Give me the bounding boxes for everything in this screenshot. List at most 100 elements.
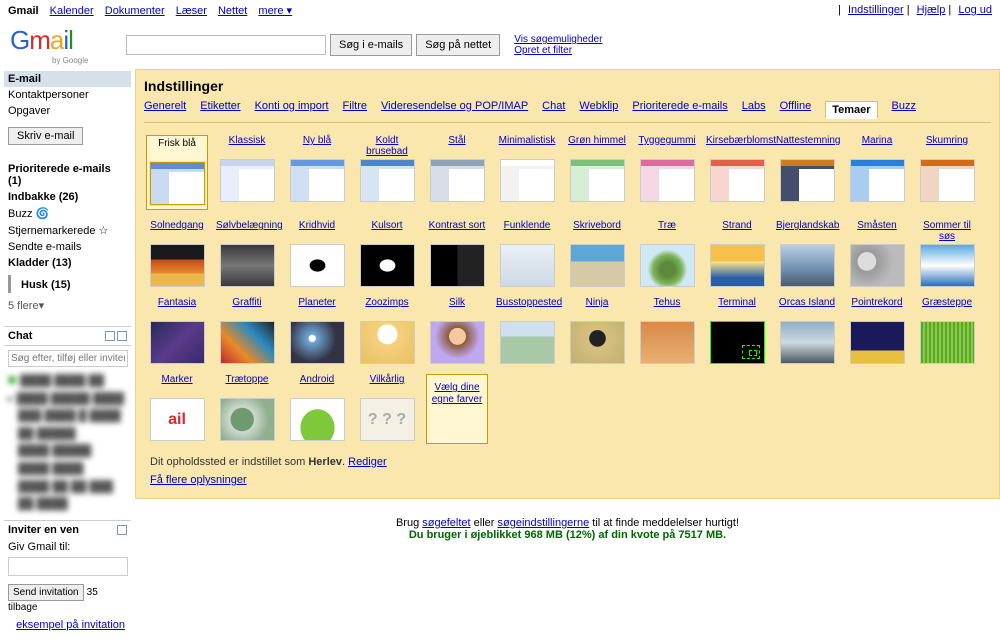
chat-min-icon[interactable] <box>105 331 115 341</box>
app-name: Gmail <box>8 5 39 17</box>
theme-vilk-rlig[interactable]: Vilkårlig? ? ? <box>356 374 418 444</box>
theme-orcas-island[interactable]: Orcas Island <box>776 297 838 364</box>
label-item[interactable]: Stjernemarkerede ☆ <box>4 222 131 239</box>
content: Indstillinger GenereltEtiketterKonti og … <box>135 69 1000 639</box>
chat-header: Chat <box>4 326 131 346</box>
theme-nattestemning[interactable]: Nattestemning <box>776 135 838 210</box>
theme-sommer-til-s-s[interactable]: Sommer til søs <box>916 220 978 287</box>
theme-busstoppested[interactable]: Busstoppested <box>496 297 558 364</box>
page-footer: Brug søgefeltet eller søgeindstillingern… <box>135 499 1000 549</box>
theme-graffiti[interactable]: Graffiti <box>216 297 278 364</box>
tab-filtre[interactable]: Filtre <box>343 100 367 118</box>
theme-tr-[interactable]: Træ <box>636 220 698 287</box>
invitation-example-link[interactable]: eksempel på invitation <box>16 619 125 631</box>
theme-minimalistisk[interactable]: Minimalistisk <box>496 135 558 210</box>
invite-header: Inviter en ven <box>4 520 131 539</box>
theme-skrivebord[interactable]: Skrivebord <box>566 220 628 287</box>
top-link-help[interactable]: Hjælp <box>917 4 946 16</box>
top-link-more[interactable]: mere ▾ <box>258 5 292 17</box>
tab-generelt[interactable]: Generelt <box>144 100 186 118</box>
theme-kulsort[interactable]: Kulsort <box>356 220 418 287</box>
theme-st-l[interactable]: Stål <box>426 135 488 210</box>
theme-gr-steppe[interactable]: Græsteppe <box>916 297 978 364</box>
theme-pointrekord[interactable]: Pointrekord <box>846 297 908 364</box>
tab-konti-og-import[interactable]: Konti og import <box>255 100 329 118</box>
theme-strand[interactable]: Strand <box>706 220 768 287</box>
theme-silk[interactable]: Silk <box>426 297 488 364</box>
tab-videresendelse-og-pop-imap[interactable]: Videresendelse og POP/IMAP <box>381 100 528 118</box>
edit-location-link[interactable]: Rediger <box>348 456 387 468</box>
create-filter[interactable]: Opret et filter <box>514 45 572 56</box>
footer-search-link[interactable]: søgefeltet <box>422 517 470 529</box>
theme-custom-colors[interactable]: Vælg dine egne farver <box>426 374 488 444</box>
theme-terminal[interactable]: Terminal <box>706 297 768 364</box>
invite-min-icon[interactable] <box>117 525 127 535</box>
theme-android[interactable]: Android <box>286 374 348 444</box>
label-item[interactable]: Buzz 🌀 <box>4 205 131 222</box>
theme-sm-sten[interactable]: Småsten <box>846 220 908 287</box>
chat-search-input[interactable] <box>8 350 128 367</box>
theme-grid: Frisk blåKlassiskNy blåKoldt brusebadStå… <box>144 123 991 450</box>
send-invitation-button[interactable]: Send invitation <box>8 584 84 601</box>
chat-pop-icon[interactable] <box>117 331 127 341</box>
tab-prioriterede-e-mails[interactable]: Prioriterede e-mails <box>632 100 727 118</box>
search-mail-button[interactable]: Søg i e-mails <box>330 34 412 56</box>
tab-chat[interactable]: Chat <box>542 100 565 118</box>
search-input[interactable] <box>126 35 326 55</box>
tab-temaer[interactable]: Temaer <box>825 101 877 119</box>
theme-bjerglandskab[interactable]: Bjerglandskab <box>776 220 838 287</box>
more-info-link[interactable]: Få flere oplysninger <box>150 474 247 486</box>
tab-etiketter[interactable]: Etiketter <box>200 100 240 118</box>
top-link-docs[interactable]: Dokumenter <box>105 5 165 17</box>
top-link-web[interactable]: Nettet <box>218 5 247 17</box>
search-web-button[interactable]: Søg på nettet <box>416 34 500 56</box>
nav-mail[interactable]: E-mail <box>4 71 131 87</box>
top-link-calendar[interactable]: Kalender <box>50 5 94 17</box>
theme-gr-n-himmel[interactable]: Grøn himmel <box>566 135 628 210</box>
tab-webklip[interactable]: Webklip <box>579 100 618 118</box>
footer-search-settings-link[interactable]: søgeindstillingerne <box>497 517 589 529</box>
theme-tyggegummi[interactable]: Tyggegummi <box>636 135 698 210</box>
theme-solnedgang[interactable]: Solnedgang <box>146 220 208 287</box>
show-search-options[interactable]: Vis søgemuligheder <box>514 34 602 45</box>
top-link-reader[interactable]: Læser <box>176 5 207 17</box>
theme-funklende[interactable]: Funklende <box>496 220 558 287</box>
theme-kridhvid[interactable]: Kridhvid <box>286 220 348 287</box>
theme-ny-bl-[interactable]: Ny blå <box>286 135 348 210</box>
settings-panel: Indstillinger GenereltEtiketterKonti og … <box>135 69 1000 499</box>
theme-zoozimps[interactable]: Zoozimps <box>356 297 418 364</box>
theme-planeter[interactable]: Planeter <box>286 297 348 364</box>
nav-contacts[interactable]: Kontaktpersoner <box>4 87 131 103</box>
top-bar: Gmail Kalender Dokumenter Læser Nettet m… <box>0 0 1000 21</box>
label-item[interactable]: Indbakke (26) <box>4 189 131 205</box>
theme-klassisk[interactable]: Klassisk <box>216 135 278 210</box>
compose-button[interactable]: Skriv e-mail <box>8 127 83 145</box>
tab-offline[interactable]: Offline <box>780 100 812 118</box>
nav-tasks[interactable]: Opgaver <box>4 103 131 119</box>
invite-email-input[interactable] <box>8 557 128 576</box>
theme-tr-toppe[interactable]: Trætoppe <box>216 374 278 444</box>
label-item[interactable]: Prioriterede e-mails (1) <box>4 161 131 189</box>
theme-koldt-brusebad[interactable]: Koldt brusebad <box>356 135 418 210</box>
theme-kirseb-rblomst[interactable]: Kirsebærblomst <box>706 135 768 210</box>
tab-buzz[interactable]: Buzz <box>892 100 916 118</box>
more-labels[interactable]: 5 flere▾ <box>4 293 131 318</box>
theme-fantasia[interactable]: Fantasia <box>146 297 208 364</box>
search-bar: Søg i e-mails Søg på nettet Vis søgemuli… <box>126 34 602 56</box>
top-link-settings[interactable]: Indstillinger <box>848 4 904 16</box>
theme-skumring[interactable]: Skumring <box>916 135 978 210</box>
theme-ninja[interactable]: Ninja <box>566 297 628 364</box>
label-item[interactable]: Sendte e-mails <box>4 239 131 255</box>
theme-marina[interactable]: Marina <box>846 135 908 210</box>
theme-s-lvbel-gning[interactable]: Sølvbelægning <box>216 220 278 287</box>
theme-tehus[interactable]: Tehus <box>636 297 698 364</box>
header: Gmail by Google Søg i e-mails Søg på net… <box>0 21 1000 69</box>
top-link-logout[interactable]: Log ud <box>958 4 992 16</box>
tab-labs[interactable]: Labs <box>742 100 766 118</box>
theme-marker[interactable]: Markerail <box>146 374 208 444</box>
label-husk[interactable]: Husk (15) <box>8 275 131 293</box>
label-item[interactable]: Kladder (13) <box>4 255 131 271</box>
theme-frisk-bl-[interactable]: Frisk blå <box>146 135 208 210</box>
invite-label: Giv Gmail til: <box>4 539 131 555</box>
theme-kontrast-sort[interactable]: Kontrast sort <box>426 220 488 287</box>
